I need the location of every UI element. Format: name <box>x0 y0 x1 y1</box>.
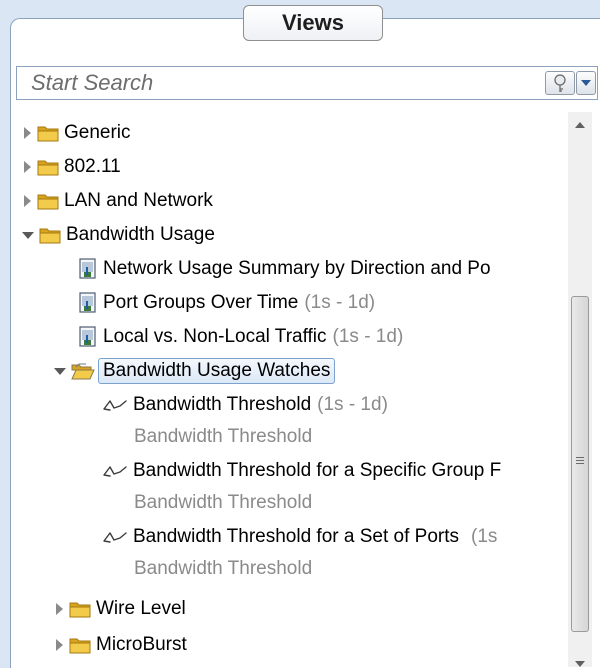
tree-item-label: Wire Level <box>96 598 186 619</box>
folder-icon <box>37 192 59 210</box>
tree-item-label: Port Groups Over Time <box>103 292 299 313</box>
tree-item-label: MicroBurst <box>96 634 187 655</box>
folder-icon <box>37 124 59 142</box>
watch-icon <box>102 398 128 412</box>
expand-arrow-icon[interactable] <box>56 603 63 615</box>
scrollbar-thumb[interactable] <box>571 296 589 632</box>
watch-icon <box>102 464 128 478</box>
time-range: (1s - 1d) <box>317 394 388 415</box>
tree-item-port-groups-over-time[interactable]: Port Groups Over Time (1s - 1d) <box>78 286 375 320</box>
tree-item-802-11[interactable]: 802.11 <box>24 150 121 184</box>
views-tree: Generic 802.11 LAN and Network Bandwidth… <box>16 112 568 667</box>
grip-line <box>576 463 584 464</box>
search-button[interactable] <box>545 71 575 95</box>
grip-line <box>576 457 584 458</box>
time-range: (1s <box>471 526 498 547</box>
tree-item-label: Bandwidth Usage Watches <box>98 358 336 384</box>
tree-item-bandwidth-usage[interactable]: Bandwidth Usage <box>22 218 215 252</box>
vertical-scrollbar[interactable] <box>568 112 592 667</box>
tree-item-wire-level[interactable]: Wire Level <box>56 592 186 626</box>
expand-arrow-icon[interactable] <box>24 161 31 173</box>
collapse-arrow-icon[interactable] <box>22 231 34 239</box>
views-tab[interactable]: Views <box>243 5 383 41</box>
tree-item-local-vs-nonlocal[interactable]: Local vs. Non-Local Traffic (1s - 1d) <box>78 320 403 354</box>
expand-arrow-icon[interactable] <box>24 127 31 139</box>
time-range: (1s - 1d) <box>304 292 376 313</box>
scroll-down-arrow-icon[interactable] <box>575 661 585 667</box>
tree-item-lan-network[interactable]: LAN and Network <box>24 184 213 218</box>
tree-item-subtitle: Bandwidth Threshold <box>134 558 313 579</box>
search-dropdown-button[interactable] <box>576 71 596 95</box>
tree-item-microburst[interactable]: MicroBurst <box>56 628 187 662</box>
tree-item-label: Bandwidth Threshold for a Set of Ports <box>133 526 459 547</box>
tree-item-subtitle: Bandwidth Threshold <box>134 492 313 513</box>
tree-item-bandwidth-usage-watches[interactable]: Bandwidth Usage Watches <box>54 354 336 388</box>
collapse-arrow-icon[interactable] <box>54 367 66 375</box>
time-range: (1s - 1d) <box>332 326 404 347</box>
tree-item-label: Local vs. Non-Local Traffic <box>103 326 327 347</box>
expand-arrow-icon[interactable] <box>24 195 31 207</box>
tree-item-label: Bandwidth Usage <box>66 224 215 245</box>
watch-icon <box>102 530 128 544</box>
search-input[interactable] <box>17 67 527 99</box>
tree-item-watch-bandwidth-threshold[interactable]: Bandwidth Threshold (1s - 1d) <box>102 388 388 422</box>
folder-icon <box>39 226 61 244</box>
expand-arrow-icon[interactable] <box>56 639 63 651</box>
folder-icon <box>69 600 91 618</box>
tree-item-label: Network Usage Summary by Direction and P… <box>103 258 491 279</box>
search-box <box>16 66 598 100</box>
grip-line <box>576 460 584 461</box>
tree-item-label: LAN and Network <box>64 190 213 211</box>
tree-item-watch-set-of-ports[interactable]: Bandwidth Threshold for a Set of Ports (… <box>102 520 497 554</box>
folder-icon <box>37 158 59 176</box>
tree-item-generic[interactable]: Generic <box>24 116 131 150</box>
tree-item-label: Generic <box>64 122 131 143</box>
tree-item-label: Bandwidth Threshold <box>133 394 312 415</box>
key-icon <box>554 74 566 92</box>
folder-icon <box>69 636 91 654</box>
open-folder-icon <box>71 362 95 380</box>
report-icon <box>78 292 98 314</box>
report-icon <box>78 326 98 348</box>
tree-item-network-usage-summary[interactable]: Network Usage Summary by Direction and P… <box>78 252 491 286</box>
tree-item-label: 802.11 <box>64 156 121 177</box>
tree-item-label: Bandwidth Threshold for a Specific Group… <box>133 460 502 481</box>
tree-item-subtitle: Bandwidth Threshold <box>134 426 313 447</box>
report-icon <box>78 258 98 280</box>
scroll-up-arrow-icon[interactable] <box>575 122 585 128</box>
tree-item-watch-specific-group[interactable]: Bandwidth Threshold for a Specific Group… <box>102 454 501 488</box>
chevron-down-icon <box>581 80 591 86</box>
